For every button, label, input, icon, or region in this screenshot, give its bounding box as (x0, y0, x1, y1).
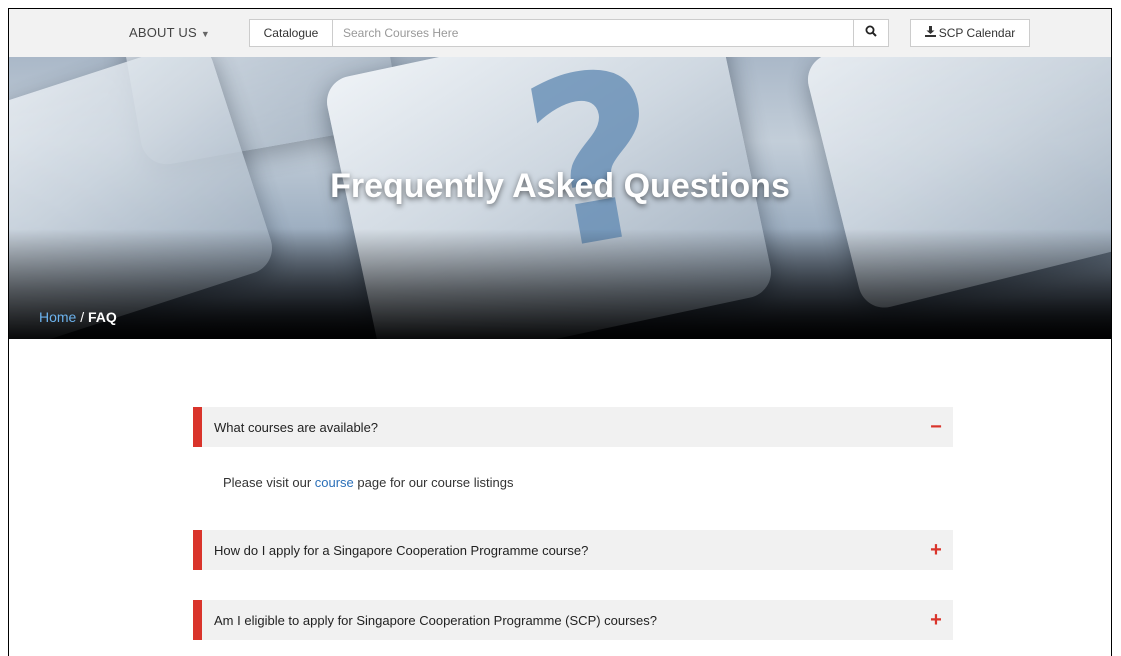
collapse-icon[interactable]: − (929, 407, 943, 447)
download-icon (924, 26, 936, 40)
catalogue-selector[interactable]: Catalogue (249, 19, 333, 47)
top-navigation: ABOUT US▼ Catalogue SCP Calendar (9, 9, 1111, 58)
page-title: Frequently Asked Questions (330, 167, 790, 205)
about-us-label: ABOUT US (129, 25, 197, 40)
search-input[interactable] (332, 19, 854, 47)
search-icon (865, 24, 877, 42)
breadcrumb-current: FAQ (88, 309, 117, 325)
faq-question-text: How do I apply for a Singapore Cooperati… (214, 542, 589, 558)
search-button[interactable] (853, 19, 889, 47)
faq-question-text: Am I eligible to apply for Singapore Coo… (214, 612, 657, 628)
scp-calendar-button[interactable]: SCP Calendar (910, 19, 1030, 47)
faq-question-how-to-apply[interactable]: How do I apply for a Singapore Cooperati… (193, 530, 953, 570)
faq-answer: Please visit our course page for our cou… (193, 475, 983, 490)
faq-answer-text-suffix: page for our course listings (353, 475, 514, 490)
breadcrumb-home-link[interactable]: Home (39, 309, 76, 325)
faq-item: How do I apply for a Singapore Cooperati… (193, 530, 953, 570)
hero-banner: ? Frequently Asked Questions Home / FAQ (9, 57, 1111, 339)
course-link[interactable]: course (315, 475, 354, 490)
faq-question-text: What courses are available? (214, 419, 379, 435)
hero-shade (9, 229, 1111, 339)
expand-icon[interactable]: + (929, 530, 943, 570)
scp-calendar-label: SCP Calendar (938, 26, 1016, 40)
expand-icon[interactable]: + (929, 600, 943, 640)
faq-item: Am I eligible to apply for Singapore Coo… (193, 600, 953, 640)
breadcrumb: Home / FAQ (39, 309, 117, 325)
about-us-menu[interactable]: ABOUT US ▼ (129, 25, 210, 40)
caret-down-icon: ▼ (200, 29, 210, 39)
page-frame: ABOUT US▼ Catalogue SCP Calendar (8, 8, 1112, 656)
breadcrumb-separator: / (80, 309, 85, 325)
faq-answer-text-prefix: Please visit our (223, 475, 315, 490)
faq-item: What courses are available? − (193, 407, 953, 447)
faq-question-courses-available[interactable]: What courses are available? − (193, 407, 953, 447)
faq-question-eligibility[interactable]: Am I eligible to apply for Singapore Coo… (193, 600, 953, 640)
